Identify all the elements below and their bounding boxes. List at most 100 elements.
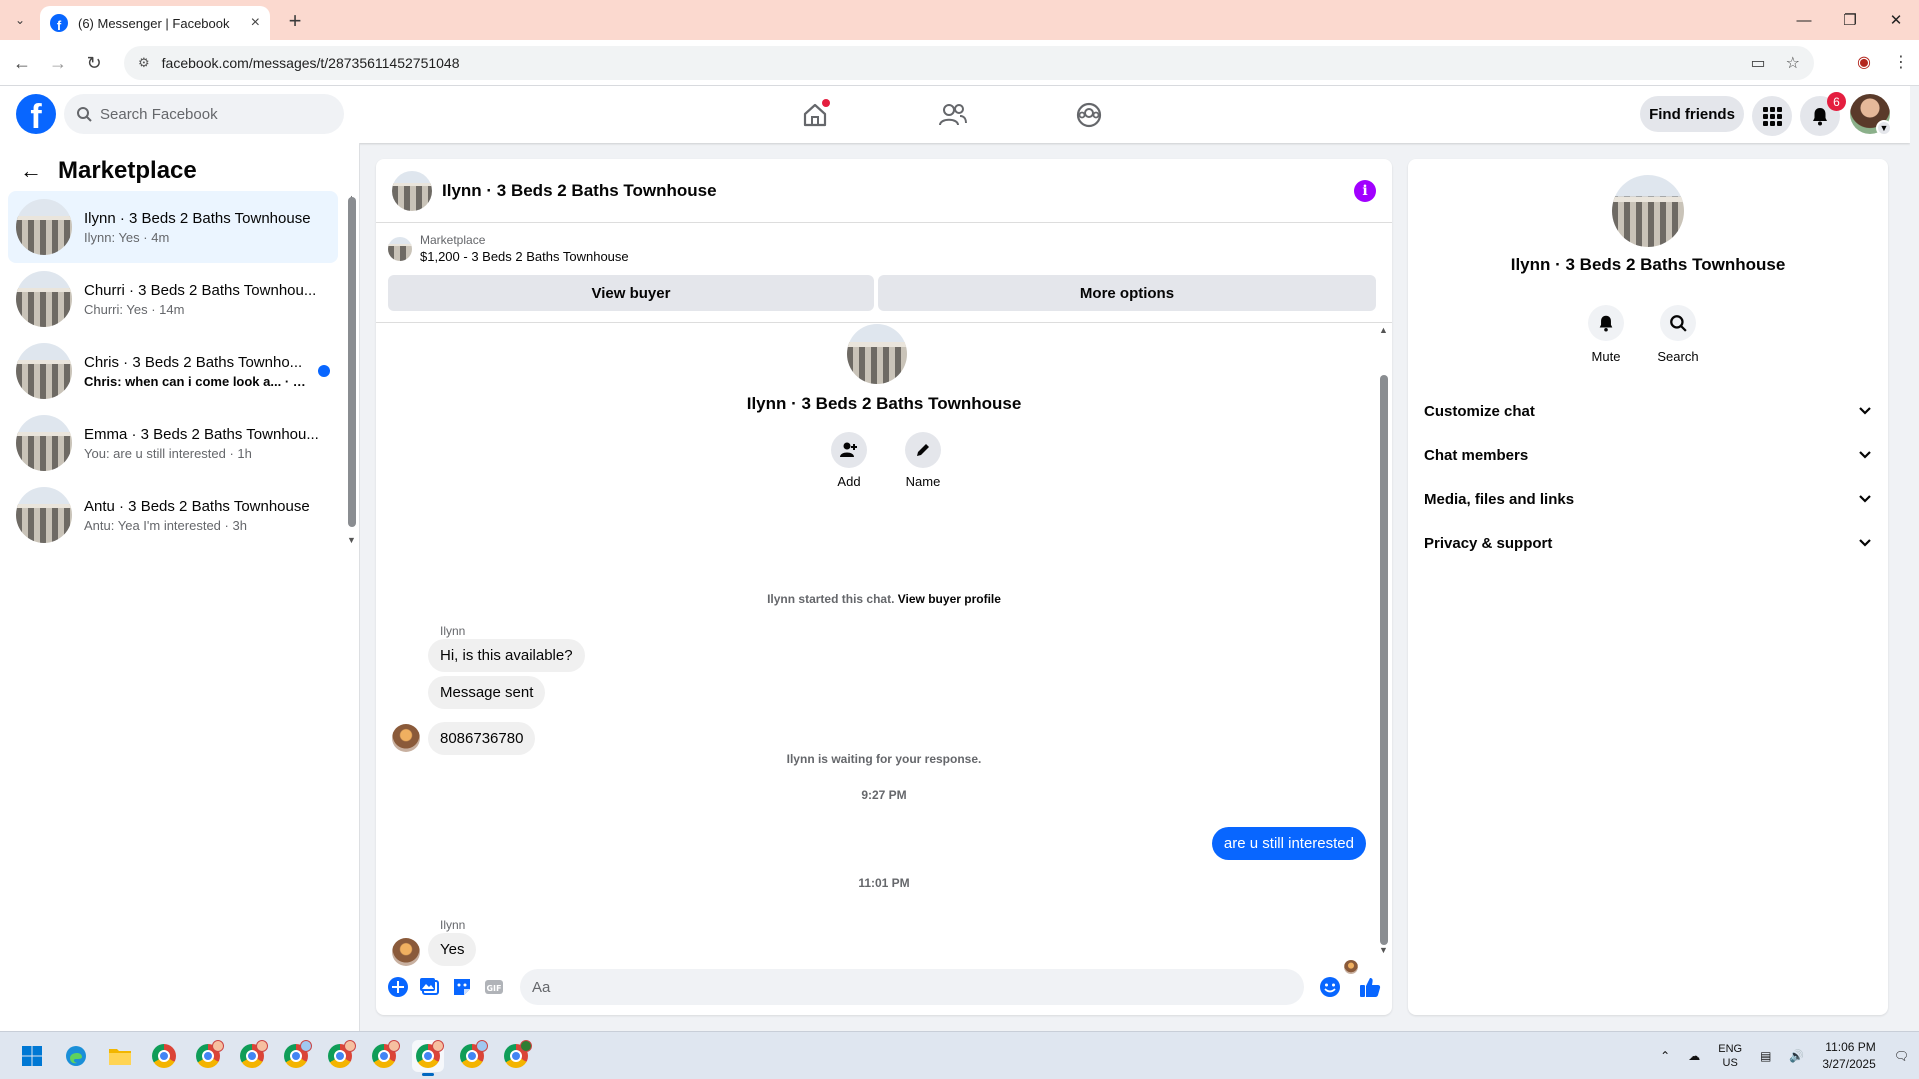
chat-item-emma[interactable]: Emma · 3 Beds 2 Baths Townhou... You: ar… bbox=[8, 407, 338, 479]
chrome-icon[interactable] bbox=[148, 1040, 180, 1072]
scroll-up-arrow-icon[interactable]: ▲ bbox=[1379, 325, 1388, 335]
back-icon[interactable]: ← bbox=[8, 49, 36, 77]
facebook-search[interactable]: Search Facebook bbox=[64, 94, 344, 134]
emoji-icon[interactable] bbox=[1318, 975, 1342, 999]
search-placeholder: Search Facebook bbox=[100, 105, 218, 123]
thread-scrollbar[interactable] bbox=[1380, 375, 1388, 945]
back-arrow-icon[interactable]: ← bbox=[20, 158, 42, 184]
clock[interactable]: 11:06 PM 3/27/2025 bbox=[1822, 1039, 1875, 1073]
marketplace-chat-list: ← Marketplace Ilynn · 3 Beds 2 Baths Tow… bbox=[0, 143, 360, 1031]
chat-list-scrollbar[interactable] bbox=[348, 197, 356, 527]
message-input[interactable] bbox=[520, 969, 1304, 1005]
language-indicator[interactable]: ENG US bbox=[1718, 1042, 1742, 1071]
url-text[interactable]: facebook.com/messages/t/2873561145275104… bbox=[162, 55, 1751, 71]
media-files-links-section[interactable]: Media, files and links bbox=[1424, 477, 1872, 521]
home-nav-icon[interactable] bbox=[798, 98, 832, 132]
chat-item-ilynn[interactable]: Ilynn · 3 Beds 2 Baths Townhouse Ilynn: … bbox=[8, 191, 338, 263]
listing-thumbnail[interactable] bbox=[388, 236, 412, 261]
message-bubble[interactable]: Message sent bbox=[428, 676, 546, 709]
view-buyer-button[interactable]: View buyer bbox=[388, 275, 874, 311]
sticker-icon[interactable] bbox=[450, 975, 474, 999]
edge-browser-icon[interactable] bbox=[60, 1040, 92, 1072]
start-windows-icon[interactable] bbox=[16, 1040, 48, 1072]
section-label: Privacy & support bbox=[1424, 534, 1553, 552]
chat-item-chris[interactable]: Chris · 3 Beds 2 Baths Townho... Chris: … bbox=[8, 335, 338, 407]
sender-name: Ilynn bbox=[440, 918, 466, 932]
volume-icon[interactable]: 🔊 bbox=[1789, 1049, 1804, 1063]
address-bar[interactable]: ⚙ facebook.com/messages/t/28735611452751… bbox=[124, 46, 1814, 80]
chrome-profile-icon[interactable] bbox=[324, 1040, 356, 1072]
message-bubble[interactable]: 8086736780 bbox=[428, 722, 536, 755]
chat-item-churri[interactable]: Churri · 3 Beds 2 Baths Townhou... Churr… bbox=[8, 263, 338, 335]
forward-icon[interactable]: → bbox=[44, 49, 72, 77]
close-window-icon[interactable]: ✕ bbox=[1873, 0, 1919, 40]
conversation-title[interactable]: Ilynn · 3 Beds 2 Baths Townhouse bbox=[442, 181, 1344, 201]
chrome-profile-icon[interactable] bbox=[236, 1040, 268, 1072]
search-in-chat-button[interactable]: Search bbox=[1656, 305, 1700, 364]
view-buyer-profile-link[interactable]: View buyer profile bbox=[898, 592, 1001, 606]
listing-title[interactable]: $1,200 - 3 Beds 2 Baths Townhouse bbox=[420, 249, 629, 264]
chevron-down-icon bbox=[1859, 407, 1871, 415]
file-explorer-icon[interactable] bbox=[104, 1040, 136, 1072]
conversation-avatar[interactable] bbox=[392, 170, 432, 211]
scroll-down-arrow-icon[interactable]: ▼ bbox=[347, 535, 356, 545]
tab-search-chevron-icon[interactable]: ⌄ bbox=[8, 8, 32, 32]
chrome-profile-icon[interactable] bbox=[192, 1040, 224, 1072]
facebook-logo-icon[interactable]: f bbox=[16, 94, 56, 134]
restore-icon[interactable]: ❐ bbox=[1827, 0, 1873, 40]
new-tab-button[interactable]: + bbox=[282, 8, 308, 34]
network-icon[interactable]: ▤ bbox=[1760, 1049, 1771, 1063]
privacy-support-section[interactable]: Privacy & support bbox=[1424, 521, 1872, 565]
search-label: Search bbox=[1657, 349, 1699, 364]
browser-tab[interactable]: f (6) Messenger | Facebook × bbox=[40, 6, 270, 40]
name-chat-button[interactable]: Name bbox=[898, 432, 948, 489]
show-hidden-icons-chevron-icon[interactable]: ⌃ bbox=[1660, 1049, 1670, 1063]
install-app-icon[interactable]: ▭ bbox=[1751, 53, 1766, 73]
chat-name: Emma · 3 Beds 2 Baths Townhou... bbox=[84, 425, 319, 443]
info-icon[interactable]: i bbox=[1354, 179, 1376, 202]
customize-chat-section[interactable]: Customize chat bbox=[1424, 389, 1872, 433]
notification-center-icon[interactable]: 🗨 bbox=[1894, 1049, 1909, 1063]
chrome-profile-icon[interactable] bbox=[456, 1040, 488, 1072]
chat-members-section[interactable]: Chat members bbox=[1424, 433, 1872, 477]
tab-close-icon[interactable]: × bbox=[251, 14, 260, 32]
mute-button[interactable]: Mute bbox=[1584, 305, 1628, 364]
account-chevron-icon[interactable]: ▼ bbox=[1876, 120, 1892, 136]
browser-menu-icon[interactable]: ⋮ bbox=[1893, 52, 1909, 72]
my-message-bubble[interactable]: are u still interested bbox=[1211, 827, 1366, 860]
reload-icon[interactable]: ↻ bbox=[80, 49, 108, 77]
attach-photo-icon[interactable] bbox=[418, 975, 442, 999]
notifications-button[interactable]: 6 bbox=[1800, 92, 1846, 136]
windows-taskbar: ⌃ ☁ ENG US ▤ 🔊 11:06 PM 3/27/2025 🗨 bbox=[0, 1031, 1919, 1079]
add-people-button[interactable]: Add bbox=[824, 432, 874, 489]
page-scrollbar[interactable] bbox=[1910, 86, 1919, 1041]
menu-grid-button[interactable] bbox=[1752, 96, 1792, 136]
gif-icon[interactable]: GIF bbox=[482, 975, 506, 999]
bell-icon bbox=[1599, 315, 1613, 332]
conversation-panel: Ilynn · 3 Beds 2 Baths Townhouse i Marke… bbox=[376, 159, 1392, 1015]
bookmark-star-icon[interactable]: ☆ bbox=[1786, 53, 1800, 73]
message-bubble[interactable]: Hi, is this available? bbox=[428, 639, 585, 672]
chrome-profile-icon[interactable] bbox=[280, 1040, 312, 1072]
scroll-down-arrow-icon[interactable]: ▼ bbox=[1379, 945, 1388, 955]
find-friends-button[interactable]: Find friends bbox=[1640, 96, 1744, 132]
chrome-profile-icon[interactable] bbox=[412, 1040, 444, 1076]
cloud-offline-icon[interactable]: ☁ bbox=[1688, 1049, 1700, 1063]
more-actions-plus-icon[interactable] bbox=[386, 975, 410, 999]
language-label: ENG bbox=[1718, 1042, 1743, 1055]
more-options-button[interactable]: More options bbox=[878, 275, 1376, 311]
groups-nav-icon[interactable] bbox=[1072, 98, 1106, 132]
name-label: Name bbox=[905, 474, 941, 489]
friends-nav-icon[interactable] bbox=[936, 98, 970, 132]
thumbs-up-icon[interactable] bbox=[1358, 975, 1382, 999]
sender-avatar[interactable] bbox=[392, 724, 420, 752]
profile-icon[interactable]: ◉ bbox=[1857, 52, 1871, 72]
info-avatar[interactable] bbox=[1612, 175, 1684, 247]
conversation-header: Ilynn · 3 Beds 2 Baths Townhouse i bbox=[376, 159, 1392, 223]
chat-item-antu[interactable]: Antu · 3 Beds 2 Baths Townhouse Antu: Ye… bbox=[8, 479, 338, 551]
minimize-icon[interactable]: — bbox=[1781, 0, 1827, 40]
site-settings-icon[interactable]: ⚙ bbox=[138, 55, 150, 71]
chrome-profile-icon[interactable] bbox=[500, 1040, 532, 1072]
add-person-icon bbox=[840, 442, 857, 457]
chrome-profile-icon[interactable] bbox=[368, 1040, 400, 1072]
